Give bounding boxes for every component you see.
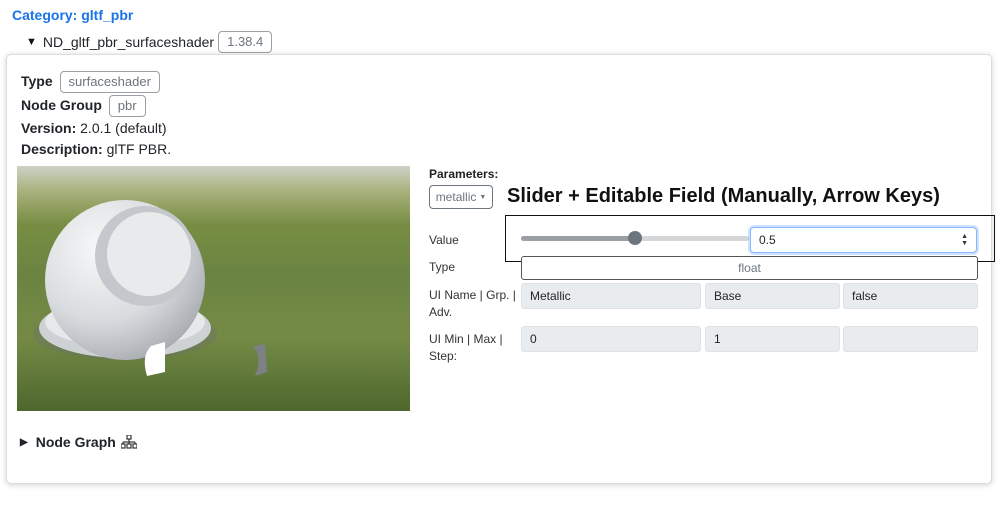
ui-max-field: 1 <box>705 326 840 352</box>
ui-name-label: UI Name | Grp. | Adv. <box>429 288 516 319</box>
ui-min-field: 0 <box>521 326 701 352</box>
version-value: 2.0.1 (default) <box>80 120 167 136</box>
node-graph-label: Node Graph <box>35 434 116 450</box>
value-number-input[interactable]: 0.5 ▲ ▼ <box>750 227 977 253</box>
description-label: Description: <box>21 141 103 157</box>
caret-right-icon: ▶ <box>20 436 28 448</box>
node-name: ND_gltf_pbr_surfaceshader <box>42 34 215 50</box>
value-label: Value <box>429 233 459 247</box>
ui-minmax-label: UI Min | Max | Step: <box>429 332 503 363</box>
type-row: Type surfaceshader <box>21 71 160 93</box>
node-graph-toggle[interactable]: ▶ Node Graph <box>20 434 137 450</box>
slider-thumb[interactable] <box>628 231 642 245</box>
node-group-label: Node Group <box>21 97 102 113</box>
description-row: Description: glTF PBR. <box>21 140 171 158</box>
material-preview-image <box>17 166 410 411</box>
caret-down-icon[interactable]: ▼ <box>26 36 37 48</box>
shader-ball-render <box>17 166 410 411</box>
version-label: Version: <box>21 120 77 136</box>
spinner-icon[interactable]: ▲ ▼ <box>961 233 968 247</box>
ui-group-field: Base <box>705 283 840 309</box>
annotation-headline: Slider + Editable Field (Manually, Arrow… <box>507 185 940 207</box>
ui-step-field <box>843 326 978 352</box>
type-badge: surfaceshader <box>59 71 160 93</box>
category-title: Category: gltf_pbr <box>12 7 134 23</box>
node-header[interactable]: ▼ ND_gltf_pbr_surfaceshader 1.38.4 <box>26 30 273 54</box>
value-number-text: 0.5 <box>759 233 776 247</box>
node-group-badge: pbr <box>108 95 146 117</box>
version-badge: 1.38.4 <box>218 31 273 53</box>
caret-down-icon: ▼ <box>479 193 487 201</box>
parameter-select[interactable]: metallic ▼ <box>429 185 493 209</box>
hierarchy-icon <box>120 435 137 449</box>
node-card: Type surfaceshader Node Group pbr Versio… <box>6 54 995 484</box>
value-slider[interactable] <box>521 231 749 245</box>
ui-advanced-field: false <box>843 283 978 309</box>
node-group-row: Node Group pbr <box>21 95 146 117</box>
type-label: Type <box>21 73 53 89</box>
parameters-label: Parameters: <box>429 167 499 181</box>
type-field: float <box>521 256 978 280</box>
description-value: glTF PBR. <box>106 141 172 157</box>
version-row: Version: 2.0.1 (default) <box>21 119 167 137</box>
type-field-label: Type <box>429 260 456 274</box>
ui-name-field: Metallic <box>521 283 701 309</box>
parameter-select-value: metallic <box>435 190 477 204</box>
slider-fill <box>521 236 635 241</box>
